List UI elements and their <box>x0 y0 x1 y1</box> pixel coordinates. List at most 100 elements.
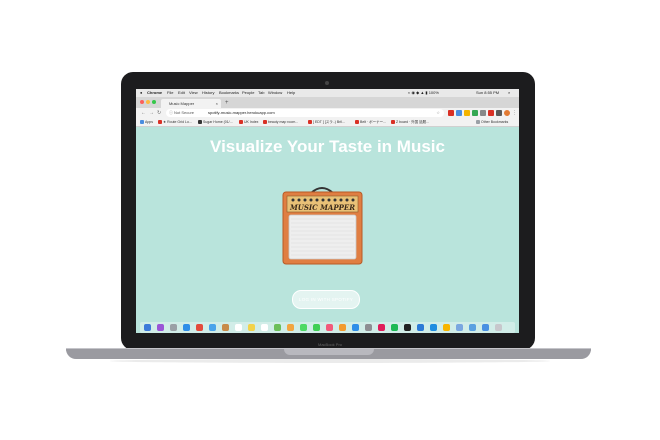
ibooks-icon[interactable] <box>339 324 346 331</box>
amp-knob <box>339 198 343 202</box>
back-icon[interactable]: ← <box>141 109 146 117</box>
messages-icon[interactable] <box>300 324 307 331</box>
safari-icon[interactable] <box>183 324 190 331</box>
trash-icon[interactable] <box>495 324 502 331</box>
laptop-screen: ● Chrome File Edit View History Bookmark… <box>136 89 519 333</box>
amp-knob <box>351 198 355 202</box>
camera-icon <box>325 81 329 85</box>
address-bar[interactable]: ⓘ Not Secure spotify-music-mapper.heroku… <box>166 109 444 117</box>
itunes-icon[interactable] <box>326 324 333 331</box>
preview-icon[interactable] <box>456 324 463 331</box>
bookmark-item[interactable]: Belt · ボーナー... <box>355 118 386 126</box>
menu-item-view[interactable]: View <box>189 89 198 97</box>
new-tab-icon[interactable]: + <box>225 99 229 107</box>
status-icons[interactable]: ◐ ◉ ◆ ▲ ▮ 100% <box>408 89 439 97</box>
extension-icon-1[interactable] <box>448 110 454 116</box>
appstore-icon[interactable] <box>352 324 359 331</box>
siri-icon[interactable] <box>157 324 164 331</box>
profile-avatar[interactable] <box>504 110 510 116</box>
star-icon[interactable]: ☆ <box>436 109 440 117</box>
terminal-icon[interactable] <box>404 324 411 331</box>
preferences-icon[interactable] <box>365 324 372 331</box>
page-headline: Visualize Your Taste in Music <box>210 137 445 156</box>
minimize-window-icon[interactable] <box>146 100 150 104</box>
extension-icon-5[interactable] <box>480 110 486 116</box>
tab-music-mapper[interactable]: Music Mapper × <box>161 99 221 108</box>
reminders-icon[interactable] <box>261 324 268 331</box>
sketch-icon[interactable] <box>443 324 450 331</box>
amp-knob <box>303 198 307 202</box>
close-tab-icon[interactable]: × <box>216 99 218 108</box>
extension-icon-2[interactable] <box>456 110 462 116</box>
menu-item-file[interactable]: File <box>167 89 173 97</box>
amp-knob <box>291 198 295 202</box>
xcode-icon[interactable] <box>430 324 437 331</box>
bookmark-favicon <box>239 120 243 125</box>
bookmarks-bar: Apps ★ Route Grid Lo... Sugar Home (01/.… <box>136 118 519 127</box>
reload-icon[interactable]: ↻ <box>157 109 161 117</box>
info-icon[interactable]: ⓘ <box>169 109 173 117</box>
bookmark-item[interactable]: beauty map room... <box>263 118 298 126</box>
contacts-icon[interactable] <box>222 324 229 331</box>
bookmark-favicon <box>263 120 267 125</box>
menu-item-edit[interactable]: Edit <box>178 89 185 97</box>
laptop-notch <box>284 349 374 355</box>
bookmark-favicon <box>158 120 162 125</box>
bookmark-item[interactable]: UK Index <box>239 118 258 126</box>
amp-knob <box>333 198 337 202</box>
folder-icon[interactable] <box>469 324 476 331</box>
amp-grille <box>288 214 357 260</box>
not-secure-label: Not Secure <box>174 110 195 115</box>
menu-item-tab[interactable]: Tab <box>258 89 264 97</box>
bookmark-favicon <box>308 120 312 125</box>
address-toolbar: ← → ↻ ⓘ Not Secure spotify-music-mapper.… <box>136 108 519 118</box>
bookmark-item[interactable]: [ EDT ] [スラ..) Bril... <box>308 118 345 126</box>
menubar-clock[interactable]: Sun 8:55 PM <box>476 89 499 97</box>
amp-knob <box>345 198 349 202</box>
slack-icon[interactable] <box>378 324 385 331</box>
photos-icon[interactable] <box>287 324 294 331</box>
bookmark-item[interactable]: Apps <box>140 118 153 126</box>
login-with-spotify-button[interactable]: LOG IN WITH SPOTIFY <box>292 290 360 309</box>
amp-knob <box>321 198 325 202</box>
menu-item-people[interactable]: People <box>242 89 254 97</box>
bookmark-item[interactable]: Z board · 外国 話題... <box>391 118 429 126</box>
launchpad-icon[interactable] <box>170 324 177 331</box>
more-icon[interactable]: ⋮ <box>512 109 517 117</box>
maps-icon[interactable] <box>274 324 281 331</box>
laptop-model-label: MacBook Pro <box>317 342 342 347</box>
forward-icon[interactable]: → <box>149 109 154 117</box>
other-bookmarks[interactable]: Other Bookmarks <box>476 118 508 126</box>
mail-icon[interactable] <box>209 324 216 331</box>
menu-item-help[interactable]: Help <box>287 89 295 97</box>
facetime-icon[interactable] <box>313 324 320 331</box>
folder-icon <box>476 120 480 125</box>
menu-item-chrome[interactable]: Chrome <box>147 89 162 97</box>
bookmark-favicon <box>198 120 202 125</box>
bookmark-favicon <box>391 120 395 125</box>
spotlight-icon[interactable]: ⌕ <box>508 89 510 97</box>
downloads-icon[interactable] <box>482 324 489 331</box>
bookmark-item[interactable]: ★ Route Grid Lo... <box>158 118 192 126</box>
amp-brand: MUSIC MAPPER <box>289 203 355 212</box>
extension-icon-3[interactable] <box>464 110 470 116</box>
menu-item-window[interactable]: Window <box>268 89 282 97</box>
extension-icon-4[interactable] <box>472 110 478 116</box>
extension-icon-6[interactable] <box>488 110 494 116</box>
bookmark-item[interactable]: Sugar Home (01/... <box>198 118 233 126</box>
spotify-icon[interactable] <box>391 324 398 331</box>
close-window-icon[interactable] <box>140 100 144 104</box>
amplifier-icon: MUSIC MAPPER <box>282 187 363 265</box>
menu-item-history[interactable]: History <box>202 89 214 97</box>
maximize-window-icon[interactable] <box>152 100 156 104</box>
extension-icon-7[interactable] <box>496 110 502 116</box>
amp-knob <box>297 198 301 202</box>
tab-label: Music Mapper <box>169 101 195 106</box>
menu-item-bookmarks[interactable]: Bookmarks <box>219 89 239 97</box>
vscode-icon[interactable] <box>417 324 424 331</box>
calendar-icon[interactable] <box>235 324 242 331</box>
finder-icon[interactable] <box>144 324 151 331</box>
notes-icon[interactable] <box>248 324 255 331</box>
chrome-icon[interactable] <box>196 324 203 331</box>
apple-icon[interactable]: ● <box>140 89 142 97</box>
